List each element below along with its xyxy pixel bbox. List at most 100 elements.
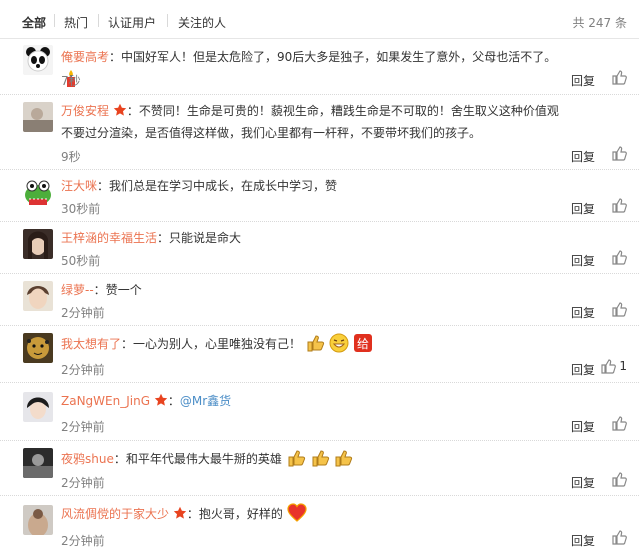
comment-item: 绿萝--：赞一个 2分钟前 回复 (0, 273, 639, 326)
comment-item: 夜鸦shue：和平年代最伟大最牛掰的英雄 2分钟前 回复 (0, 440, 639, 496)
like-button[interactable] (611, 415, 627, 431)
username-link[interactable]: 汪大咪 (61, 179, 97, 193)
like-button[interactable]: 1 (600, 358, 627, 374)
reply-button[interactable]: 回复 (571, 72, 595, 89)
avatar[interactable] (23, 177, 53, 207)
comment-time: 9秒 (61, 150, 81, 164)
thumbs-up-icon (612, 302, 627, 317)
thumbs-up-icon (612, 70, 627, 85)
comment-time: 50秒前 (61, 254, 101, 268)
thumbs-up-emoji-icon (335, 450, 353, 467)
filter-tabs: 全部 热门 认证用户 关注的人 共 247 条 (0, 0, 639, 39)
thumbs-up-icon (612, 530, 627, 545)
reply-button[interactable]: 回复 (571, 252, 595, 269)
comment-text: 我太想有了：一心为别人，心里唯独没有己！ 给 (61, 333, 567, 355)
comment-body: 中国好军人！但是太危险了，90后大多是独子，如果发生了意外，父母也活不了。 (121, 50, 557, 64)
thumbs-up-icon (601, 359, 617, 374)
avatar[interactable] (23, 392, 53, 422)
thumbs-up-icon (612, 472, 627, 487)
reply-button[interactable]: 回复 (571, 361, 595, 378)
thumbs-up-emoji-icon (312, 450, 329, 467)
username-link[interactable]: 绿萝-- (61, 283, 94, 297)
avatar[interactable] (23, 45, 53, 75)
comment-item: ZaNgWEn_JinG ：@Mr鑫货 2分钟前 回复 (0, 382, 639, 441)
thumbs-up-icon (612, 198, 627, 213)
like-button[interactable] (611, 301, 627, 317)
reply-button[interactable]: 回复 (571, 418, 595, 435)
username-link[interactable]: 风流倜傥的于家大少 (61, 507, 169, 521)
comment-item: 我太想有了：一心为别人，心里唯独没有己！ 给 2分钟前 回复 1 (0, 325, 639, 383)
thumbs-up-icon (612, 146, 627, 161)
heart-icon (287, 503, 307, 522)
comment-item: 王梓涵的幸福生活：只能说是命大 50秒前 回复 (0, 221, 639, 274)
verified-star-icon (113, 103, 127, 116)
thumbs-up-emoji-icon (288, 450, 305, 467)
like-button[interactable] (611, 197, 627, 213)
comment-time: 30秒前 (61, 202, 101, 216)
username-link[interactable]: 我太想有了 (61, 337, 121, 351)
gei-li-icon: 给 (353, 334, 372, 352)
avatar[interactable] (23, 333, 53, 363)
comment-time: 7秒 (61, 74, 81, 88)
comment-body: 和平年代最伟大最牛掰的英雄 (125, 452, 282, 466)
avatar[interactable] (23, 505, 53, 535)
tab-following[interactable]: 关注的人 (178, 14, 226, 31)
comment-time: 2分钟前 (61, 363, 105, 377)
comment-text: 风流倜傥的于家大少 ：抱火哥，好样的 (61, 503, 567, 525)
username-link[interactable]: 俺要高考 (61, 50, 109, 64)
like-button[interactable] (611, 69, 627, 85)
username-link[interactable]: 万俊安程 (61, 104, 109, 118)
username-link[interactable]: ZaNgWEn_JinG (61, 394, 150, 408)
comment-body: 一心为别人，心里唯独没有己！ (133, 337, 302, 351)
comment-time: 2分钟前 (61, 476, 105, 490)
comment-item: 风流倜傥的于家大少 ：抱火哥，好样的 2分钟前 回复 (0, 495, 639, 552)
svg-text:给: 给 (357, 337, 369, 351)
like-button[interactable] (611, 145, 627, 161)
comment-body: 赞一个 (105, 283, 142, 297)
avatar[interactable] (23, 229, 53, 259)
comment-text: 汪大咪：我们总是在学习中成长，在成长中学习，赞 (61, 179, 338, 193)
comment-item: 俺要高考：中国好军人！但是太危险了，90后大多是独子，如果发生了意外，父母也活不… (0, 38, 639, 95)
avatar[interactable] (23, 102, 53, 132)
thumbs-up-emoji-icon (307, 335, 324, 352)
comment-text: 王梓涵的幸福生活：只能说是命大 (61, 231, 242, 245)
verified-star-icon (154, 393, 168, 406)
avatar[interactable] (23, 448, 53, 478)
comment-total: 共 247 条 (572, 16, 627, 30)
tab-divider (167, 14, 168, 27)
grinning-face-icon (329, 333, 349, 353)
thumbs-up-icon (612, 416, 627, 431)
comment-time: 2分钟前 (61, 306, 105, 320)
comment-text: 夜鸦shue：和平年代最伟大最牛掰的英雄 (61, 448, 567, 470)
username-link[interactable]: 夜鸦shue (61, 452, 114, 466)
thumbs-up-icon (612, 250, 627, 265)
like-button[interactable] (611, 249, 627, 265)
reply-button[interactable]: 回复 (571, 304, 595, 321)
like-button[interactable] (611, 529, 627, 545)
mention-link[interactable]: @Mr鑫货 (180, 394, 231, 408)
comment-text: ZaNgWEn_JinG ：@Mr鑫货 (61, 393, 232, 408)
comment-text: 万俊安程 ：不赞同！生命是可贵的！藐视生命，糟践生命是不可取的！舍生取义这种价值… (61, 103, 559, 140)
comment-text: 俺要高考：中国好军人！但是太危险了，90后大多是独子，如果发生了意外，父母也活不… (61, 46, 567, 90)
comment-body: 抱火哥，好样的 (198, 507, 283, 521)
comment-body: 只能说是命大 (169, 231, 242, 245)
comment-item: 汪大咪：我们总是在学习中成长，在成长中学习，赞 30秒前 回复 (0, 169, 639, 222)
like-count: 1 (619, 359, 627, 373)
avatar[interactable] (23, 281, 53, 311)
reply-button[interactable]: 回复 (571, 532, 595, 549)
verified-star-icon (173, 506, 187, 519)
tab-hot[interactable]: 热门 (64, 14, 88, 31)
reply-button[interactable]: 回复 (571, 200, 595, 217)
tab-all[interactable]: 全部 (22, 14, 46, 31)
reply-button[interactable]: 回复 (571, 148, 595, 165)
comment-text: 绿萝--：赞一个 (61, 283, 142, 297)
comment-time: 2分钟前 (61, 534, 105, 548)
username-link[interactable]: 王梓涵的幸福生活 (61, 231, 157, 245)
tab-verified[interactable]: 认证用户 (108, 14, 156, 31)
comment-panel: 全部 热门 认证用户 关注的人 共 247 条 俺要高考：中国好军人！但是太危险… (0, 0, 639, 552)
reply-button[interactable]: 回复 (571, 474, 595, 491)
like-button[interactable] (611, 471, 627, 487)
tab-divider (54, 14, 55, 27)
tab-divider (98, 14, 99, 27)
comment-item: 万俊安程 ：不赞同！生命是可贵的！藐视生命，糟践生命是不可取的！舍生取义这种价值… (0, 94, 639, 170)
